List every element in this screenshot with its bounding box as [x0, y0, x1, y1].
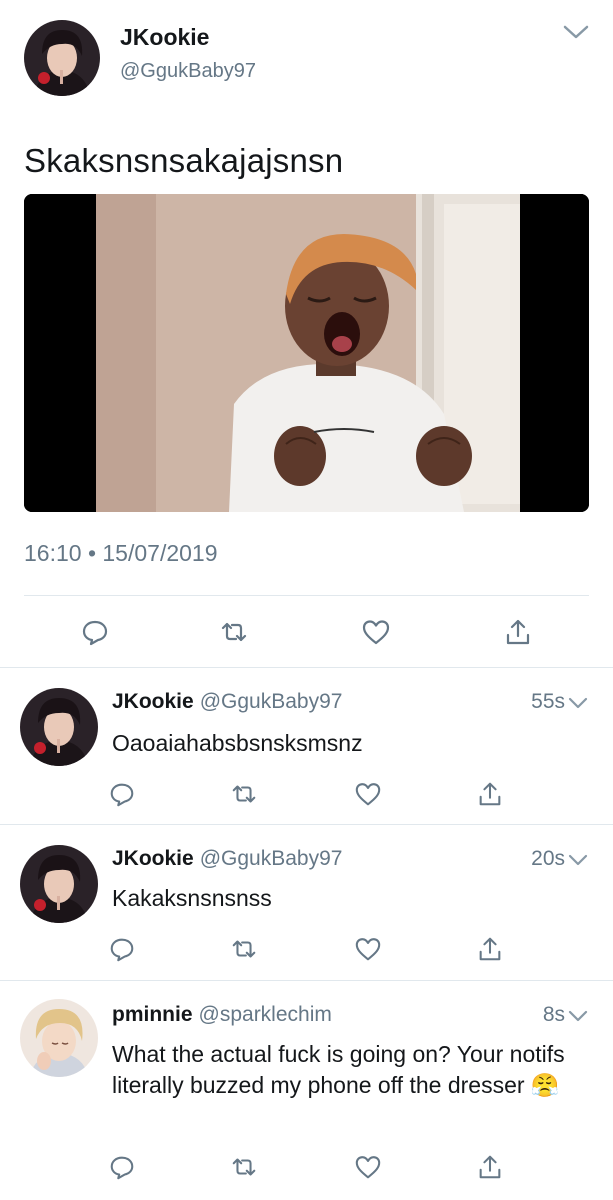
main-tweet: JKookie @GgukBaby97 Skaksnsnsakajajsnsn	[0, 0, 613, 667]
reply-time: 20s	[531, 847, 565, 870]
share-icon[interactable]	[476, 780, 504, 808]
display-name[interactable]: JKookie	[120, 24, 209, 51]
reply-text: Oaoaiahabsbsnsksmsnz	[112, 730, 363, 756]
reply-author[interactable]: JKookie @GgukBaby97	[112, 847, 342, 871]
avatar[interactable]	[20, 845, 98, 923]
like-icon[interactable]	[354, 935, 382, 963]
chevron-down-icon[interactable]	[567, 696, 589, 710]
reply-text: What the actual fuck is going on? Your n…	[112, 1039, 592, 1101]
like-icon[interactable]	[354, 780, 382, 808]
chevron-down-icon[interactable]	[567, 853, 589, 867]
tweet-timestamp[interactable]: 16:10 • 15/07/2019	[24, 540, 218, 567]
reply-tweet[interactable]: JKookie @GgukBaby97 20s Kakaksnsnsnss	[0, 825, 613, 980]
tweet-text: Skaksnsnsakajajsnsn	[24, 142, 344, 179]
reply-icon[interactable]	[108, 1153, 136, 1181]
reply-author[interactable]: JKookie @GgukBaby97	[112, 690, 342, 714]
display-name[interactable]: pminnie	[112, 1003, 193, 1026]
avatar[interactable]	[20, 688, 98, 766]
retweet-icon[interactable]	[219, 617, 249, 647]
reply-author[interactable]: pminnie @sparklechim	[112, 1003, 332, 1027]
reply-text: Kakaksnsnsnss	[112, 885, 272, 911]
tweet-media-image[interactable]	[24, 194, 589, 512]
steam-from-nose-emoji: 😤	[530, 1072, 560, 1098]
share-icon[interactable]	[476, 935, 504, 963]
avatar[interactable]	[20, 999, 98, 1077]
share-icon[interactable]	[503, 617, 533, 647]
handle[interactable]: @GgukBaby97	[200, 690, 343, 713]
reply-time: 55s	[531, 690, 565, 713]
retweet-icon[interactable]	[230, 1153, 258, 1181]
reply-time: 8s	[542, 1003, 565, 1026]
share-icon[interactable]	[476, 1153, 504, 1181]
like-icon[interactable]	[361, 617, 391, 647]
reply-tweet[interactable]: JKookie @GgukBaby97 55s Oaoaiahabsbsnsksm…	[0, 668, 613, 824]
like-icon[interactable]	[354, 1153, 382, 1181]
display-name[interactable]: JKookie	[112, 847, 194, 870]
handle[interactable]: @GgukBaby97	[200, 847, 343, 870]
divider	[24, 595, 589, 596]
reply-icon[interactable]	[108, 780, 136, 808]
reply-tweet[interactable]: pminnie @sparklechim 8s What the actual f…	[0, 981, 613, 1200]
chevron-down-icon[interactable]	[562, 22, 590, 42]
retweet-icon[interactable]	[230, 935, 258, 963]
reply-text-content: What the actual fuck is going on? Your n…	[112, 1041, 565, 1098]
reply-icon[interactable]	[108, 935, 136, 963]
chevron-down-icon[interactable]	[567, 1009, 589, 1023]
handle[interactable]: @sparklechim	[199, 1003, 332, 1026]
retweet-icon[interactable]	[230, 780, 258, 808]
display-name[interactable]: JKookie	[112, 690, 194, 713]
reply-icon[interactable]	[80, 617, 110, 647]
avatar[interactable]	[24, 20, 100, 96]
handle[interactable]: @GgukBaby97	[120, 60, 256, 83]
